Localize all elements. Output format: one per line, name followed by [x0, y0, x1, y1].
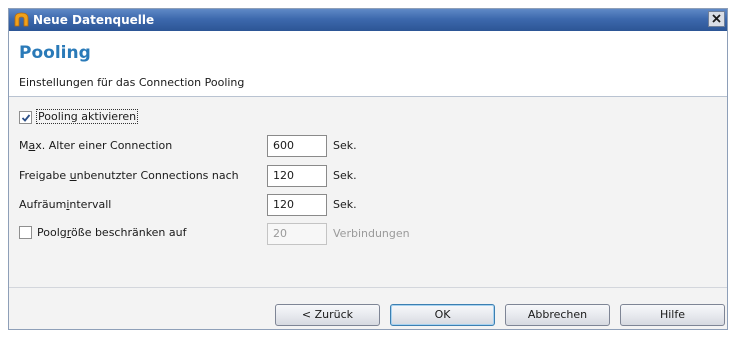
page-subtitle: Einstellungen für das Connection Pooling	[19, 76, 245, 89]
max-age-label: Max. Alter einer Connection	[19, 139, 173, 152]
cleanup-interval-input[interactable]: 120	[267, 194, 327, 216]
release-unused-unit: Sek.	[333, 169, 357, 182]
back-button[interactable]: < Zurück	[275, 304, 380, 326]
release-unused-input[interactable]: 120	[267, 165, 327, 187]
help-button[interactable]: Hilfe	[620, 304, 725, 326]
cleanup-interval-unit: Sek.	[333, 198, 357, 211]
app-logo-icon	[14, 12, 29, 27]
close-icon	[712, 14, 721, 23]
window-title: Neue Datenquelle	[33, 13, 155, 27]
cancel-button[interactable]: Abbrechen	[505, 304, 610, 326]
page-title: Pooling	[19, 43, 91, 63]
wizard-header: Pooling Einstellungen für das Connection…	[9, 31, 727, 97]
new-datasource-dialog: Neue Datenquelle Pooling Einstellungen f…	[8, 8, 728, 330]
close-button[interactable]	[708, 11, 725, 27]
max-age-unit: Sek.	[333, 139, 357, 152]
pool-size-input[interactable]: 20	[267, 223, 327, 245]
ok-button[interactable]: OK	[390, 304, 495, 326]
button-bar: < Zurück OK Abbrechen Hilfe	[9, 287, 727, 329]
pool-size-limit-checkbox[interactable]	[19, 226, 32, 239]
release-unused-label: Freigabe unbenutzter Connections nach	[19, 169, 239, 182]
title-bar[interactable]: Neue Datenquelle	[9, 9, 727, 31]
checkmark-icon	[21, 114, 31, 122]
pooling-enable-checkbox[interactable]	[19, 111, 32, 124]
max-age-input[interactable]: 600	[267, 135, 327, 157]
cleanup-interval-label: Aufräumintervall	[19, 198, 112, 211]
pooling-enable-label[interactable]: Pooling aktivieren	[36, 109, 139, 124]
pooling-settings-panel: Pooling aktivieren Max. Alter einer Conn…	[9, 97, 727, 287]
pool-size-limit-label[interactable]: Poolgröße beschränken auf	[37, 226, 187, 240]
pool-size-unit: Verbindungen	[333, 227, 410, 240]
